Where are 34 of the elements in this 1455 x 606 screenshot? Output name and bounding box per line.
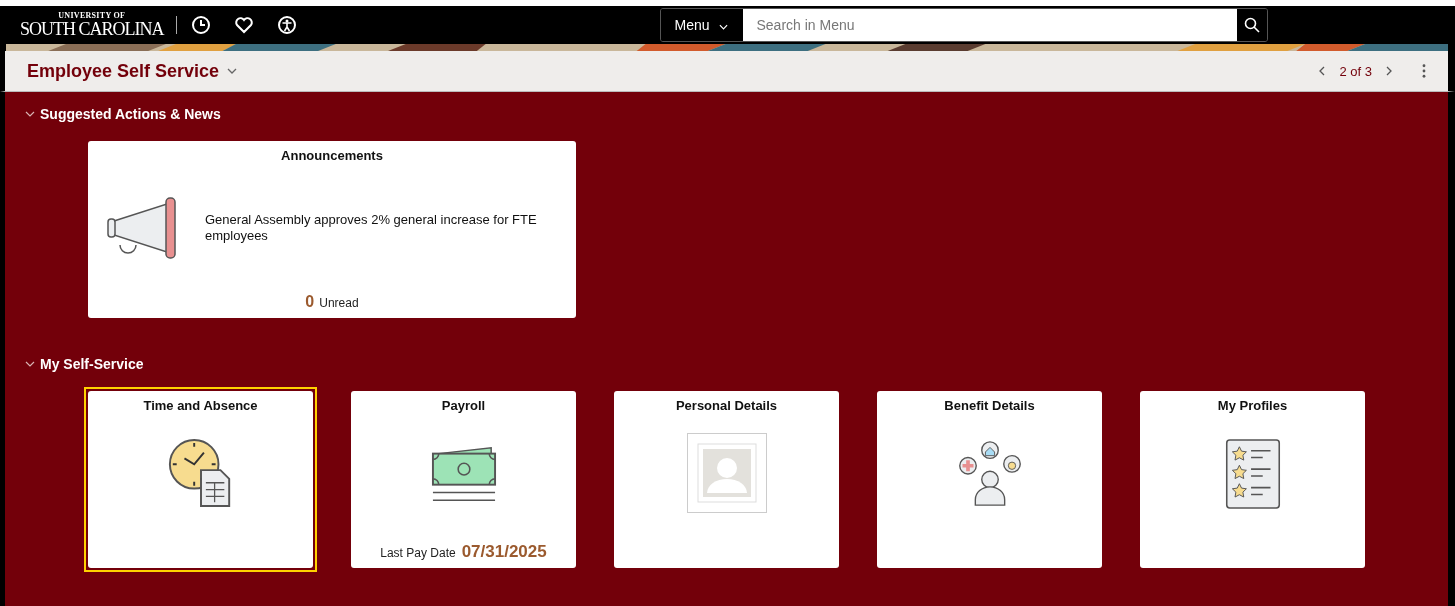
accessibility-icon[interactable] <box>276 14 297 35</box>
megaphone-icon <box>106 197 178 259</box>
person-benefits-icon <box>956 439 1023 509</box>
more-options-icon[interactable] <box>1422 64 1426 79</box>
tile[interactable]: Payroll Last Pay Date 07/31/2025 <box>351 391 576 568</box>
recent-icon[interactable] <box>190 14 211 35</box>
unread-count: 0 <box>305 293 315 311</box>
tile[interactable]: My Profiles <box>1140 391 1365 568</box>
last-pay-date: 07/31/2025 <box>461 542 547 562</box>
tile[interactable]: Benefit Details <box>877 391 1102 568</box>
section-title[interactable]: My Self-Service <box>40 356 144 372</box>
collapse-icon[interactable] <box>25 361 35 367</box>
collapse-icon[interactable] <box>25 111 35 117</box>
tile[interactable]: Personal Details <box>614 391 839 568</box>
page-title[interactable]: Employee Self Service <box>27 60 220 82</box>
chevron-down-icon[interactable] <box>227 68 238 75</box>
next-icon[interactable] <box>1386 66 1392 77</box>
previous-icon[interactable] <box>1319 66 1326 77</box>
tile-title: My Profiles <box>1217 398 1288 413</box>
university-logo[interactable]: UNIVERSITY OF SOUTH CAROLINA <box>20 11 164 38</box>
tile-title: Payroll <box>441 398 486 413</box>
tile-title: Personal Details <box>675 398 778 413</box>
tile[interactable]: Time and Absence <box>88 391 313 568</box>
tile[interactable]: Announcements General Assembly approves 2% general increase for FTE employees 0 Unread <box>88 141 576 318</box>
last-pay-date-label: Last Pay Date <box>380 546 456 560</box>
section-title[interactable]: Suggested Actions & News <box>40 106 221 122</box>
tile-title: Time and Absence <box>143 398 258 413</box>
heart-icon[interactable] <box>233 14 254 35</box>
unread-label: Unread <box>319 296 359 310</box>
announcement-text[interactable]: General Assembly approves 2% general increase for FTE employees <box>205 212 546 244</box>
page-counter: 2 of 3 <box>1339 63 1372 79</box>
tile-title: Announcements <box>281 148 383 163</box>
person-placeholder-icon <box>686 433 767 513</box>
tile-title: Benefit Details <box>944 398 1035 413</box>
